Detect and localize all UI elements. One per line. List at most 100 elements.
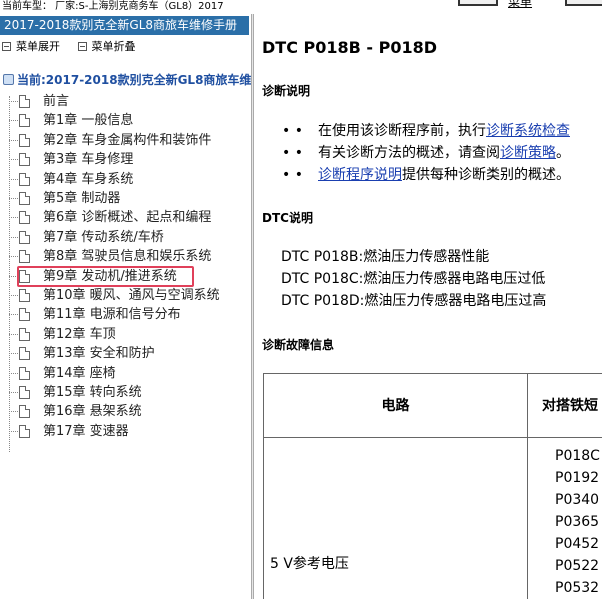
current-vehicle-text: 当前车型： 厂家:S-上海别克商务车（GL8）2017 — [2, 1, 224, 12]
tree-branch — [9, 411, 18, 413]
tree-item-label: 第4章 车身系统 — [43, 171, 134, 187]
instruction-link[interactable]: 诊断策略 — [500, 145, 556, 161]
dtc-code: P0365 — [555, 514, 600, 530]
tree-item[interactable]: 第2章 车身金属构件和装饰件 — [9, 131, 249, 150]
tree-branch — [9, 139, 18, 141]
tree-branch — [9, 314, 18, 316]
tree-item[interactable]: 第1章 一般信息 — [9, 111, 249, 130]
tree-item[interactable]: 第17章 变速器 — [9, 422, 249, 441]
expand-menu-button[interactable]: 菜单展开 — [2, 40, 60, 54]
tree-item[interactable]: 第8章 驾驶员信息和娱乐系统 — [9, 247, 249, 266]
tree-branch — [9, 159, 18, 161]
content-pane: DTC P018B - P018D 诊断说明 • • 在使用该诊断程序前，执行诊断… — [254, 14, 602, 599]
tree-branch — [9, 101, 18, 102]
document-icon — [19, 386, 30, 399]
page-title: DTC P018B - P018D — [262, 38, 438, 57]
dtc-code: P0532 — [555, 580, 600, 596]
document-icon — [19, 192, 30, 205]
instruction-text: 提供每种诊断类别的概述。 — [402, 167, 570, 183]
navigation-pane: 2017-2018款别克全新GL8商旅车维修手册 菜单展开 菜单折叠 当前:20… — [0, 14, 251, 599]
document-icon — [19, 327, 30, 341]
bullet-icon: • • — [282, 123, 303, 139]
top-info-bar: 当前车型： 厂家:S-上海别克商务车（GL8）2017 菜单 — [0, 0, 602, 14]
dtc-code: P0192 — [555, 470, 600, 486]
tree-item-label: 第12章 车顶 — [43, 326, 116, 342]
instruction-text: 。 — [556, 145, 570, 161]
instruction-link[interactable]: 诊断程序说明 — [318, 167, 402, 183]
tree-item[interactable]: 第6章 诊断概述、起点和编程 — [9, 208, 249, 227]
tree-item[interactable]: 第10章 暖风、通风与空调系统 — [9, 286, 249, 305]
tree-item-label: 前言 — [43, 94, 70, 109]
tree-item[interactable]: 第4章 车身系统 — [9, 170, 249, 189]
menu-actions: 菜单展开 菜单折叠 — [2, 40, 150, 54]
instruction-item: • • 诊断程序说明提供每种诊断类别的概述。 — [282, 164, 602, 186]
tree-item[interactable]: 第11章 电源和信号分布 — [9, 305, 249, 324]
tree-branch — [9, 236, 18, 238]
collapse-icon — [77, 42, 87, 51]
tree-item[interactable]: 第15章 转向系统 — [9, 383, 249, 402]
document-icon — [19, 308, 30, 322]
bullet-icon: • • — [282, 145, 303, 161]
document-icon — [19, 114, 30, 128]
tree-item-label: 第6章 诊断概述、起点和编程 — [43, 210, 212, 226]
document-icon — [19, 211, 30, 225]
table-cell-circuit: 5 V参考电压 — [264, 438, 528, 599]
tree-item[interactable]: 第13章 安全和防护 — [9, 344, 249, 363]
instruction-item: • • 有关诊断方法的概述，请查阅诊断策略。 — [282, 142, 602, 164]
table-header-short-to-ground: 对搭铁短 — [528, 374, 602, 438]
tree-item-label: 第7章 传动系统/车桥 — [43, 229, 164, 245]
tree-item[interactable]: 第16章 悬架系统 — [9, 402, 249, 421]
tree-branch — [9, 333, 18, 335]
dtc-code: P0522 — [555, 558, 600, 574]
dtc-line: DTC P018C:燃油压力传感器电路电压过低 — [281, 271, 546, 287]
tree-item-label: 第3章 车身修理 — [43, 152, 134, 168]
bullet-icon: • • — [282, 167, 303, 183]
table-cell-codes: P018C P0192 P0340 P0365 P0452 P0522 P0532 — [528, 438, 602, 599]
tree-branch — [9, 392, 18, 393]
tree-root[interactable]: 当前:2017-2018款别克全新GL8商旅车维修手 — [3, 72, 251, 88]
instruction-item: • • 在使用该诊断程序前，执行诊断系统检查 — [282, 120, 602, 142]
tree-item-label: 第11章 电源和信号分布 — [43, 307, 181, 323]
toolbar-button-right[interactable] — [565, 0, 602, 6]
tree-branch — [9, 217, 18, 219]
tree-item-label: 第15章 转向系统 — [43, 385, 142, 400]
tree-item[interactable]: 第5章 制动器 — [9, 189, 249, 208]
dtc-line: DTC P018D:燃油压力传感器电路电压过高 — [281, 293, 547, 309]
manual-title: 2017-2018款别克全新GL8商旅车维修手册 — [0, 16, 249, 35]
tree-branch — [9, 256, 18, 258]
document-icon — [19, 289, 30, 302]
dtc-description-heading: DTC说明 — [262, 211, 313, 225]
document-icon — [19, 347, 30, 361]
selection-highlight — [17, 265, 194, 287]
instruction-link[interactable]: 诊断系统检查 — [486, 123, 570, 139]
document-icon — [19, 405, 30, 419]
tree-item-label: 第14章 座椅 — [43, 365, 116, 381]
document-icon — [19, 133, 30, 147]
document-icon — [19, 230, 30, 244]
collapse-menu-button[interactable]: 菜单折叠 — [77, 40, 136, 54]
tree-item[interactable]: 第9章 发动机/推进系统 — [9, 265, 249, 287]
tree-item[interactable]: 第7章 传动系统/车桥 — [9, 228, 249, 247]
document-icon — [19, 366, 30, 380]
tree-branch — [9, 430, 18, 432]
document-icon — [19, 424, 30, 438]
tree-item[interactable]: 前言 — [9, 92, 249, 111]
tree-item[interactable]: 第3章 车身修理 — [9, 150, 249, 169]
tree-branch — [9, 372, 18, 374]
instruction-text: 有关诊断方法的概述，请查阅 — [318, 145, 500, 161]
tree-item-label: 第10章 暖风、通风与空调系统 — [43, 288, 220, 303]
computer-icon — [3, 74, 14, 85]
toolbar-button[interactable] — [458, 0, 498, 6]
menu-link[interactable]: 菜单 — [508, 0, 532, 8]
tree-item[interactable]: 第12章 车顶 — [9, 325, 249, 344]
tree-item-label: 第13章 安全和防护 — [43, 346, 155, 362]
dtc-code: P0340 — [555, 492, 600, 508]
tree-branch — [9, 178, 18, 180]
tree-branch — [9, 120, 18, 122]
dtc-code: P018C — [555, 448, 600, 464]
tree-item-label: 第5章 制动器 — [43, 191, 121, 206]
tree-branch — [9, 198, 18, 199]
tree-item[interactable]: 第14章 座椅 — [9, 364, 249, 383]
tree-item-label: 第16章 悬架系统 — [43, 404, 142, 420]
dtc-code: P0452 — [555, 536, 600, 552]
